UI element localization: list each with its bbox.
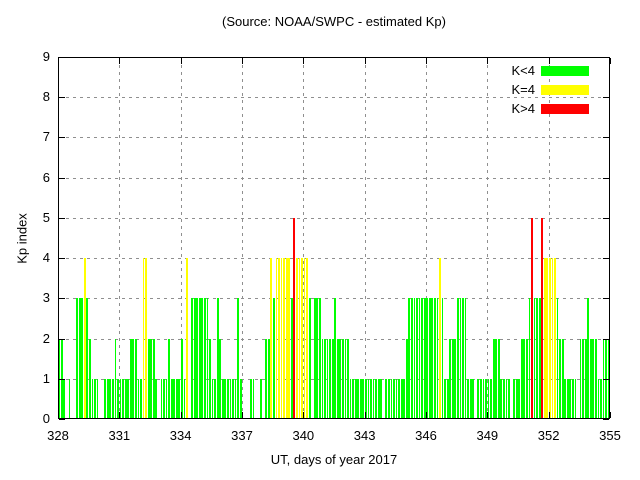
xtick-bottom xyxy=(242,412,243,418)
y-axis-label: Kp index xyxy=(15,204,30,274)
xtick-top xyxy=(58,58,59,64)
xtick-bottom xyxy=(549,412,550,418)
xtick-bottom xyxy=(119,412,120,418)
xtick-bottom xyxy=(303,412,304,418)
ytick-left xyxy=(59,178,65,179)
xtick-bottom xyxy=(365,412,366,418)
y-tick-label: 9 xyxy=(18,50,50,64)
ytick-right xyxy=(603,57,609,58)
y-tick-label: 1 xyxy=(18,372,50,386)
ytick-right xyxy=(603,258,609,259)
ytick-right xyxy=(603,137,609,138)
xtick-top xyxy=(242,58,243,64)
y-tick-label: 2 xyxy=(18,332,50,346)
y-tick-label: 8 xyxy=(18,90,50,104)
xtick-top xyxy=(119,58,120,64)
x-tick-label: 337 xyxy=(220,429,264,443)
ytick-right xyxy=(603,419,609,420)
legend-label: K<4 xyxy=(475,64,535,78)
x-axis-label: UT, days of year 2017 xyxy=(58,452,610,467)
ytick-left xyxy=(59,419,65,420)
xtick-top xyxy=(549,58,550,64)
x-tick-label: 328 xyxy=(36,429,80,443)
ytick-right xyxy=(603,379,609,380)
x-tick-label: 355 xyxy=(588,429,632,443)
y-tick-label: 0 xyxy=(18,412,50,426)
ytick-right xyxy=(603,218,609,219)
ytick-left xyxy=(59,298,65,299)
ytick-right xyxy=(603,339,609,340)
ytick-right xyxy=(603,298,609,299)
ytick-left xyxy=(59,379,65,380)
legend-swatch xyxy=(541,104,589,114)
y-tick-label: 7 xyxy=(18,130,50,144)
ytick-right xyxy=(603,178,609,179)
ytick-left xyxy=(59,137,65,138)
ytick-left xyxy=(59,218,65,219)
y-tick-label: 3 xyxy=(18,291,50,305)
x-tick-label: 340 xyxy=(281,429,325,443)
xtick-bottom xyxy=(487,412,488,418)
xtick-bottom xyxy=(426,412,427,418)
x-tick-label: 343 xyxy=(343,429,387,443)
y-tick-label: 6 xyxy=(18,171,50,185)
legend-label: K=4 xyxy=(475,83,535,97)
xtick-top xyxy=(181,58,182,64)
ytick-left xyxy=(59,258,65,259)
xtick-top xyxy=(303,58,304,64)
x-tick-label: 349 xyxy=(465,429,509,443)
kp-index-chart: (Source: NOAA/SWPC - estimated Kp) K<4 K=… xyxy=(0,0,640,480)
legend-swatch xyxy=(541,66,589,76)
ytick-left xyxy=(59,97,65,98)
ytick-left xyxy=(59,339,65,340)
chart-title: (Source: NOAA/SWPC - estimated Kp) xyxy=(58,14,610,29)
xtick-top xyxy=(610,58,611,64)
xtick-top xyxy=(365,58,366,64)
x-tick-label: 331 xyxy=(97,429,141,443)
xtick-top xyxy=(426,58,427,64)
x-tick-label: 346 xyxy=(404,429,448,443)
x-tick-label: 352 xyxy=(527,429,571,443)
ytick-left xyxy=(59,57,65,58)
xtick-bottom xyxy=(610,412,611,418)
legend-swatch xyxy=(541,85,589,95)
legend-label: K>4 xyxy=(475,102,535,116)
plot-area: K<4 K=4 K>4 xyxy=(58,57,610,419)
x-tick-label: 334 xyxy=(159,429,203,443)
ytick-right xyxy=(603,97,609,98)
xtick-bottom xyxy=(181,412,182,418)
xtick-bottom xyxy=(58,412,59,418)
